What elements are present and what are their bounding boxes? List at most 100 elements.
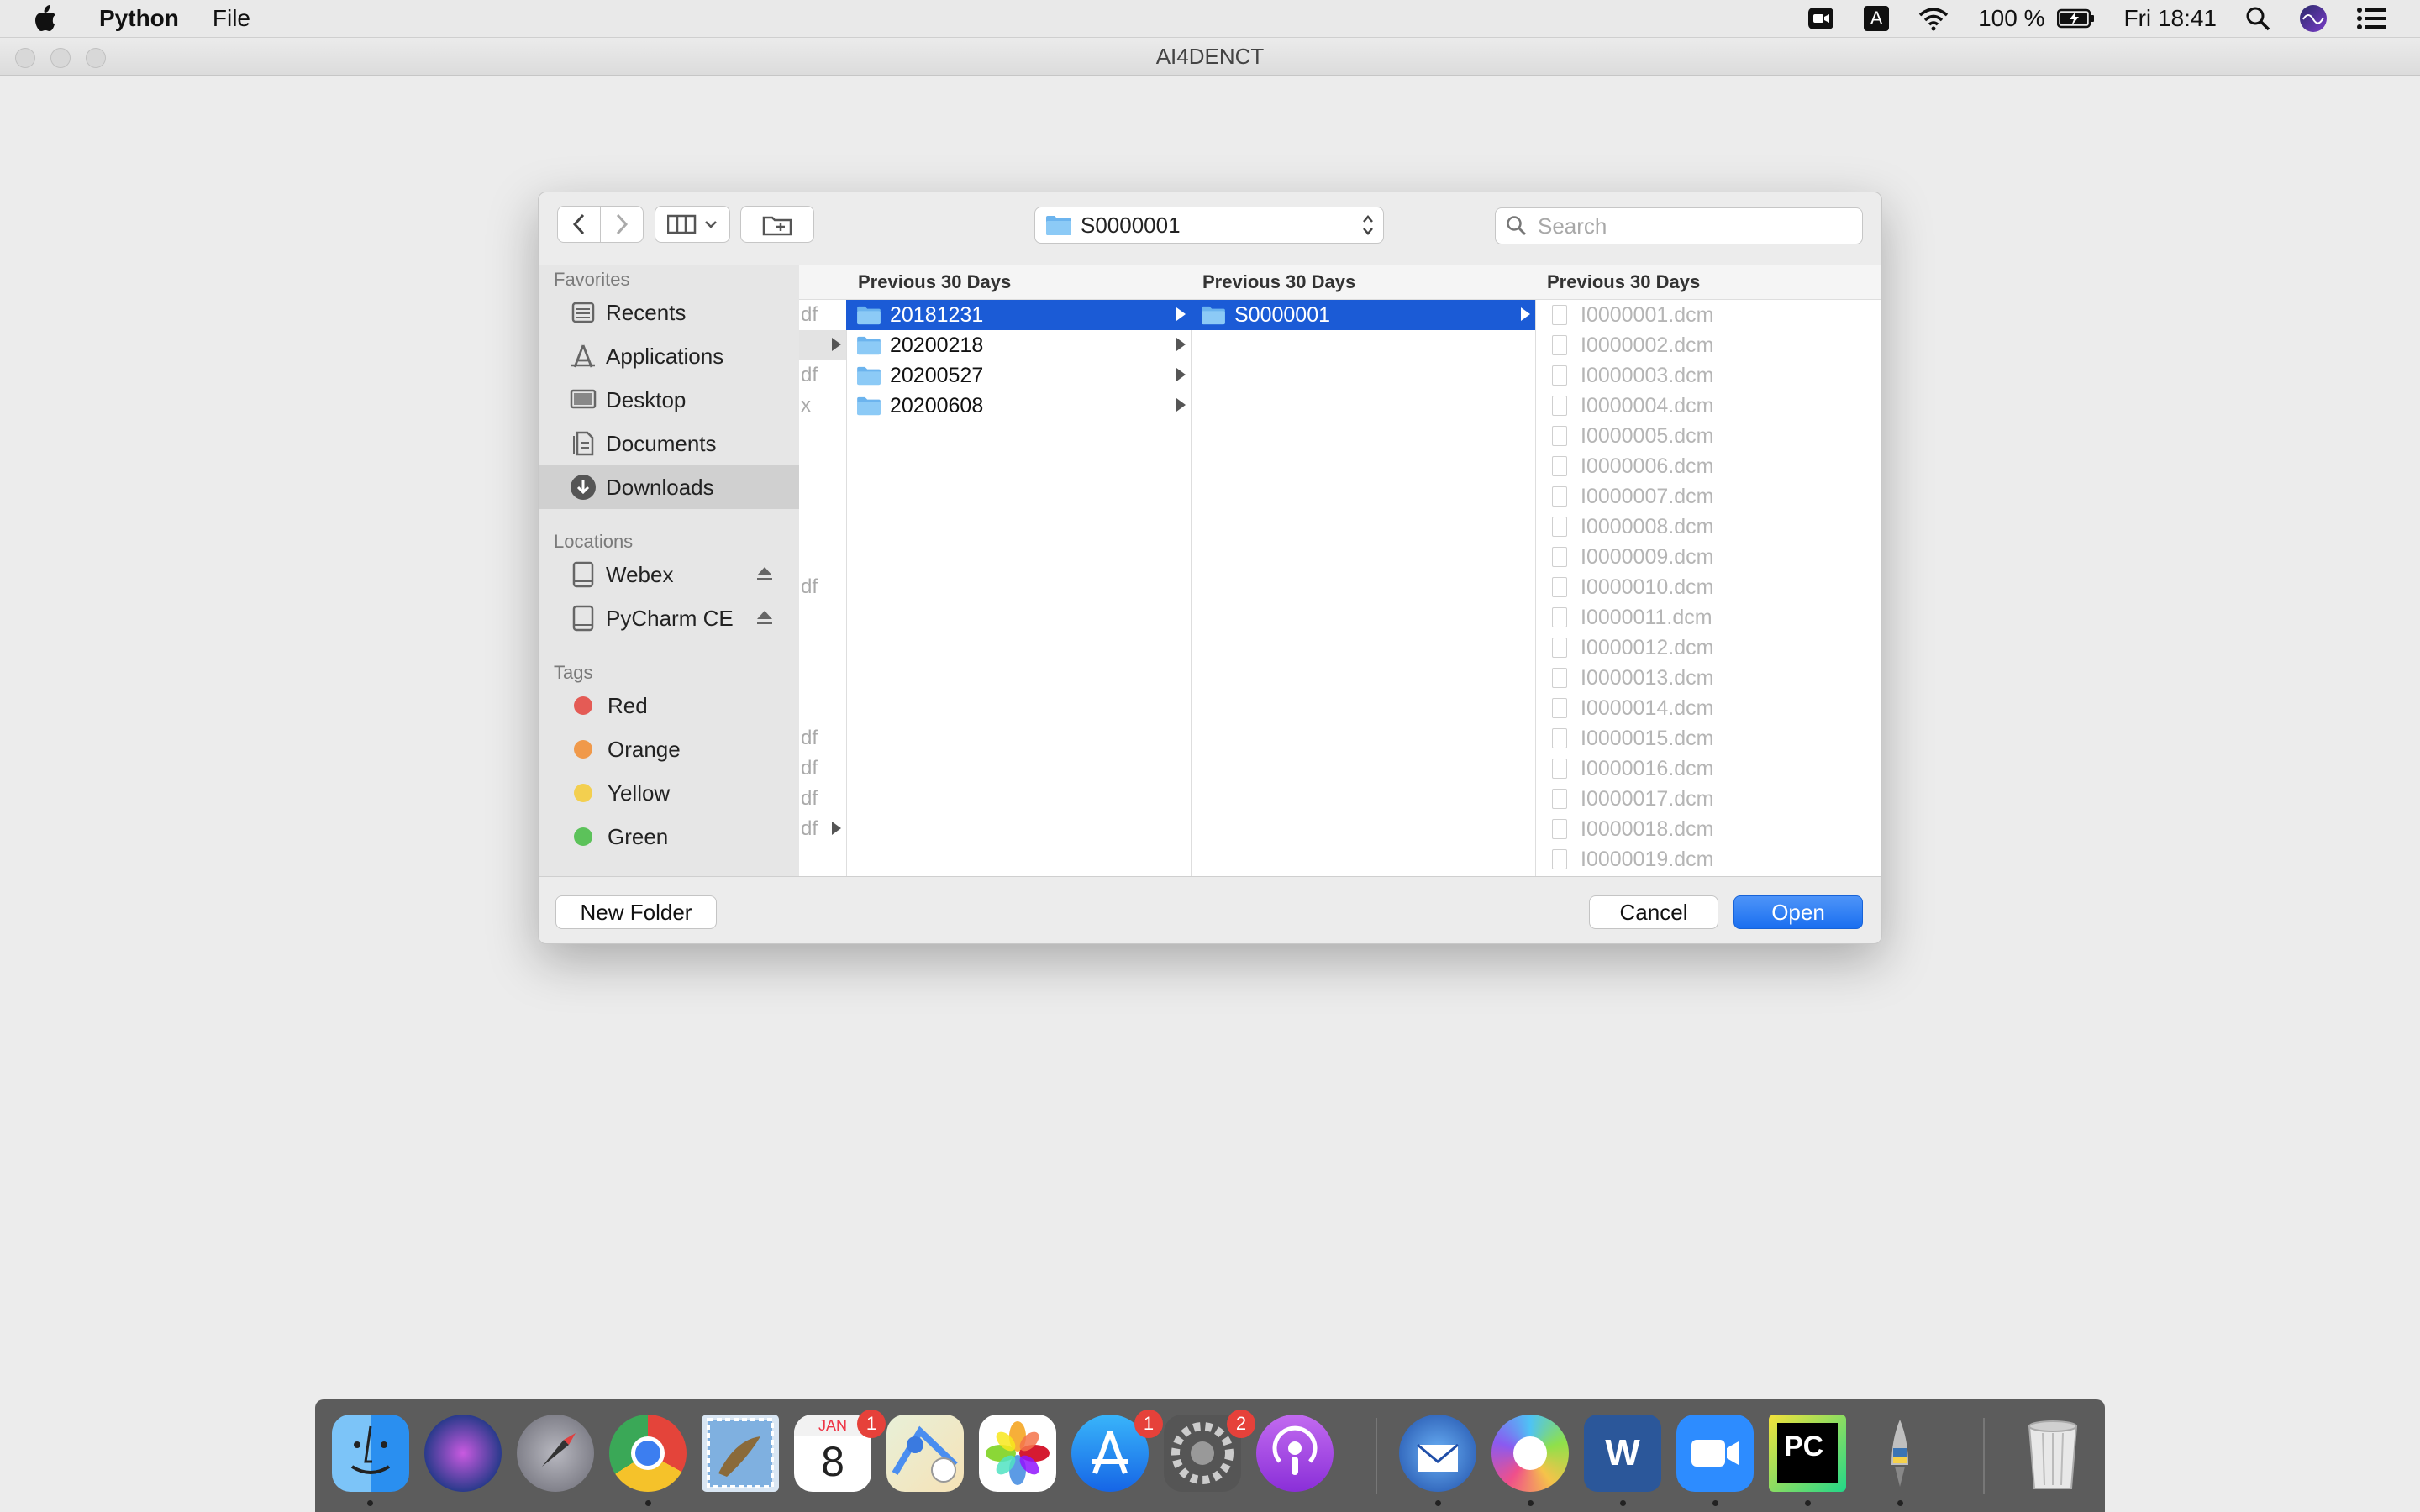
minimize-window-button[interactable]	[50, 48, 71, 68]
sidebar-item-webex[interactable]: Webex	[539, 553, 799, 596]
location-popup[interactable]: S0000001	[1034, 207, 1384, 244]
finder-icon[interactable]	[332, 1415, 409, 1492]
back-button[interactable]	[557, 206, 601, 243]
sidebar-item-tag-red[interactable]: Red	[539, 684, 799, 727]
forward-button[interactable]	[600, 206, 644, 243]
disclosure-arrow-icon	[1176, 398, 1186, 412]
downloads-icon	[569, 473, 597, 501]
file-row[interactable]: I0000010.dcm	[1535, 572, 1881, 602]
cancel-button[interactable]: Cancel	[1589, 895, 1718, 929]
folder-row-20200608[interactable]: 20200608	[846, 391, 1191, 421]
file-row[interactable]: I0000013.dcm	[1535, 663, 1881, 693]
sidebar-item-tag-green[interactable]: Green	[539, 815, 799, 858]
notification-center-icon[interactable]	[2356, 7, 2386, 30]
search-input[interactable]	[1536, 212, 1842, 240]
sidebar-item-tag-yellow[interactable]: Yellow	[539, 771, 799, 815]
maps-icon[interactable]	[886, 1415, 964, 1492]
clock[interactable]: Fri 18:41	[2124, 5, 2217, 32]
calendar-badge: 1	[857, 1410, 886, 1438]
sidebar-item-downloads[interactable]: Downloads	[539, 465, 799, 509]
file-menu[interactable]: File	[213, 5, 250, 32]
file-row[interactable]: I0000018.dcm	[1535, 814, 1881, 844]
file-name: I0000013.dcm	[1581, 665, 1714, 690]
wifi-icon[interactable]	[1918, 6, 1949, 31]
launchpad-icon[interactable]	[517, 1415, 594, 1492]
file-row[interactable]: I0000005.dcm	[1535, 421, 1881, 451]
podcasts-icon[interactable]	[1256, 1415, 1334, 1492]
pycharm-icon[interactable]: PC	[1769, 1415, 1846, 1492]
folder-row-20200218[interactable]: 20200218	[846, 330, 1191, 360]
input-source-icon[interactable]: A	[1864, 6, 1890, 31]
file-row[interactable]: I0000019.dcm	[1535, 844, 1881, 874]
eject-icon[interactable]	[755, 564, 774, 583]
document-file-icon	[1552, 668, 1567, 688]
search-icon	[1507, 216, 1526, 235]
file-row[interactable]: I0000012.dcm	[1535, 633, 1881, 663]
siri-app-icon[interactable]	[424, 1415, 502, 1492]
chevron-left-icon	[572, 213, 585, 235]
spotlight-search-icon[interactable]	[2245, 6, 2270, 31]
sidebar-item-applications[interactable]: Applications	[539, 334, 799, 378]
apple-menu-icon[interactable]	[34, 4, 57, 33]
file-row[interactable]: I0000003.dcm	[1535, 360, 1881, 391]
trash-icon[interactable]	[2014, 1415, 2091, 1492]
open-button[interactable]: Open	[1733, 895, 1863, 929]
partial-row	[799, 633, 846, 663]
dialog-sidebar: Favorites Recents Applications Desktop D…	[539, 265, 799, 877]
app-name-menu[interactable]: Python	[99, 5, 179, 32]
document-file-icon	[1552, 426, 1567, 446]
file-row[interactable]: I0000017.dcm	[1535, 784, 1881, 814]
sidebar-item-label: Recents	[606, 299, 687, 325]
file-row[interactable]: I0000016.dcm	[1535, 753, 1881, 784]
partial-row	[799, 330, 846, 360]
file-name: I0000017.dcm	[1581, 786, 1714, 811]
sidebar-item-documents[interactable]: Documents	[539, 422, 799, 465]
file-row[interactable]: I0000007.dcm	[1535, 481, 1881, 512]
sidebar-item-label: Orange	[608, 736, 681, 762]
file-row[interactable]: I0000015.dcm	[1535, 723, 1881, 753]
open-file-dialog: S0000001 Favorites Recents Applications	[538, 192, 1882, 944]
webex-icon[interactable]	[1491, 1415, 1569, 1492]
python-launcher-icon[interactable]	[1861, 1415, 1939, 1492]
tags-header: Tags	[554, 662, 593, 683]
folder-icon	[857, 366, 881, 386]
word-icon[interactable]: W	[1584, 1415, 1661, 1492]
file-row[interactable]: I0000001.dcm	[1535, 300, 1881, 330]
file-row[interactable]: I0000006.dcm	[1535, 451, 1881, 481]
file-row[interactable]: I0000014.dcm	[1535, 693, 1881, 723]
sidebar-item-label: Yellow	[608, 780, 671, 806]
camera-status-icon[interactable]	[1807, 6, 1835, 31]
eject-icon[interactable]	[755, 608, 774, 627]
file-row[interactable]: I0000002.dcm	[1535, 330, 1881, 360]
search-field[interactable]	[1495, 207, 1863, 244]
zoom-window-button[interactable]	[86, 48, 106, 68]
file-row[interactable]: I0000004.dcm	[1535, 391, 1881, 421]
thunderbird-icon[interactable]	[1399, 1415, 1476, 1492]
chrome-icon[interactable]	[609, 1415, 687, 1492]
mail-stamp-icon[interactable]	[702, 1415, 779, 1492]
sidebar-item-recents[interactable]: Recents	[539, 291, 799, 334]
file-row[interactable]: I0000011.dcm	[1535, 602, 1881, 633]
siri-icon[interactable]	[2299, 4, 2328, 33]
sidebar-item-pycharm-ce[interactable]: PyCharm CE	[539, 596, 799, 640]
partial-row	[799, 663, 846, 693]
new-folder-button[interactable]: New Folder	[555, 895, 717, 929]
folder-row-s0000001[interactable]: S0000001	[1191, 300, 1535, 330]
photos-icon[interactable]	[979, 1415, 1056, 1492]
folder-row-20181231[interactable]: 20181231	[846, 300, 1191, 330]
partial-file-label: df	[801, 575, 818, 598]
column-view-icon	[667, 214, 697, 234]
sidebar-item-label: Downloads	[606, 474, 714, 500]
battery-icon[interactable]	[2056, 8, 2096, 29]
sidebar-item-tag-orange[interactable]: Orange	[539, 727, 799, 771]
view-mode-button[interactable]	[655, 206, 730, 243]
close-window-button[interactable]	[15, 48, 35, 68]
folder-row-20200527[interactable]: 20200527	[846, 360, 1191, 391]
sidebar-item-desktop[interactable]: Desktop	[539, 378, 799, 422]
file-row[interactable]: I0000009.dcm	[1535, 542, 1881, 572]
zoom-icon[interactable]	[1676, 1415, 1754, 1492]
running-indicator	[1897, 1500, 1903, 1506]
new-folder-toolbar-button[interactable]	[740, 206, 814, 243]
file-row[interactable]: I0000008.dcm	[1535, 512, 1881, 542]
file-name: I0000015.dcm	[1581, 726, 1714, 750]
